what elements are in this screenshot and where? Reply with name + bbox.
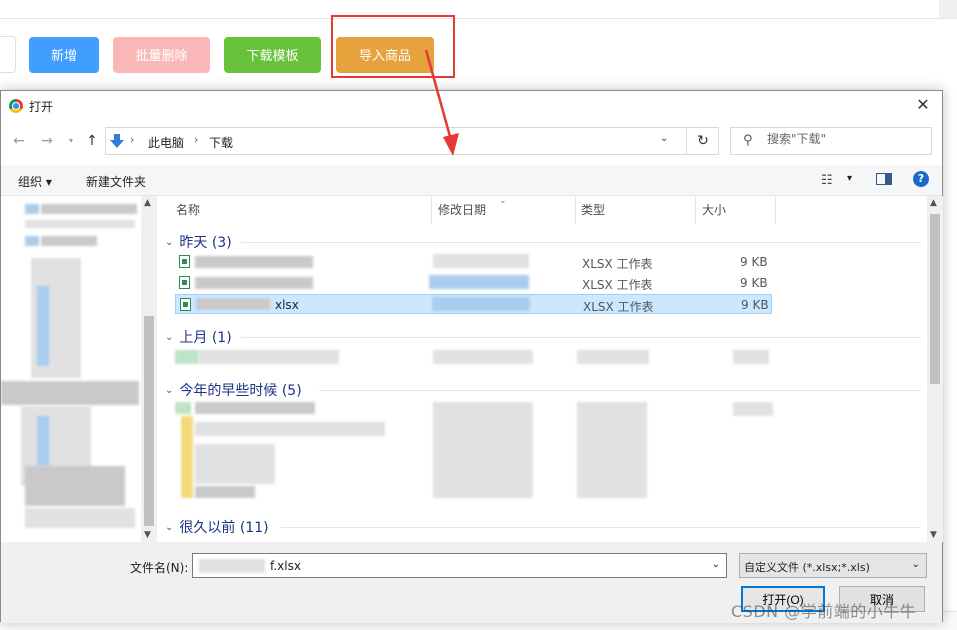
annotation-arrow [424, 49, 459, 156]
watermark: CSDN @学前端的小牛牛 [731, 602, 917, 621]
